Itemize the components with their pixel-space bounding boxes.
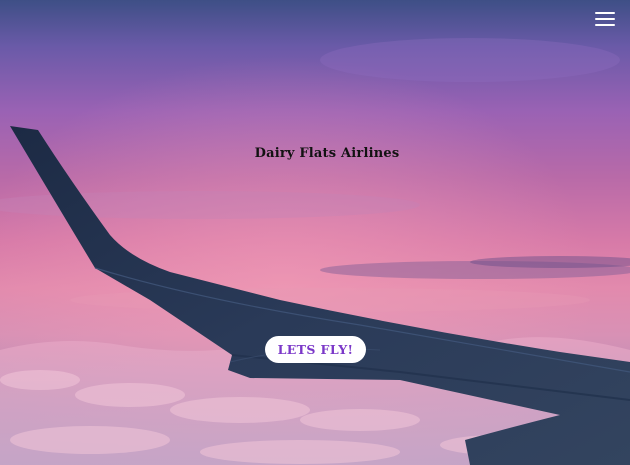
menu-icon-bar-middle [595,18,615,20]
hero-background-image [0,0,630,465]
lets-fly-button[interactable]: LETS FLY! [265,336,366,363]
hamburger-menu-icon[interactable] [595,11,617,27]
menu-icon-bar-top [595,12,615,14]
site-title: Dairy Flats Airlines [254,146,400,161]
menu-icon-bar-bottom [595,24,615,26]
hero-section: Dairy Flats Airlines LETS FLY! [0,0,630,465]
